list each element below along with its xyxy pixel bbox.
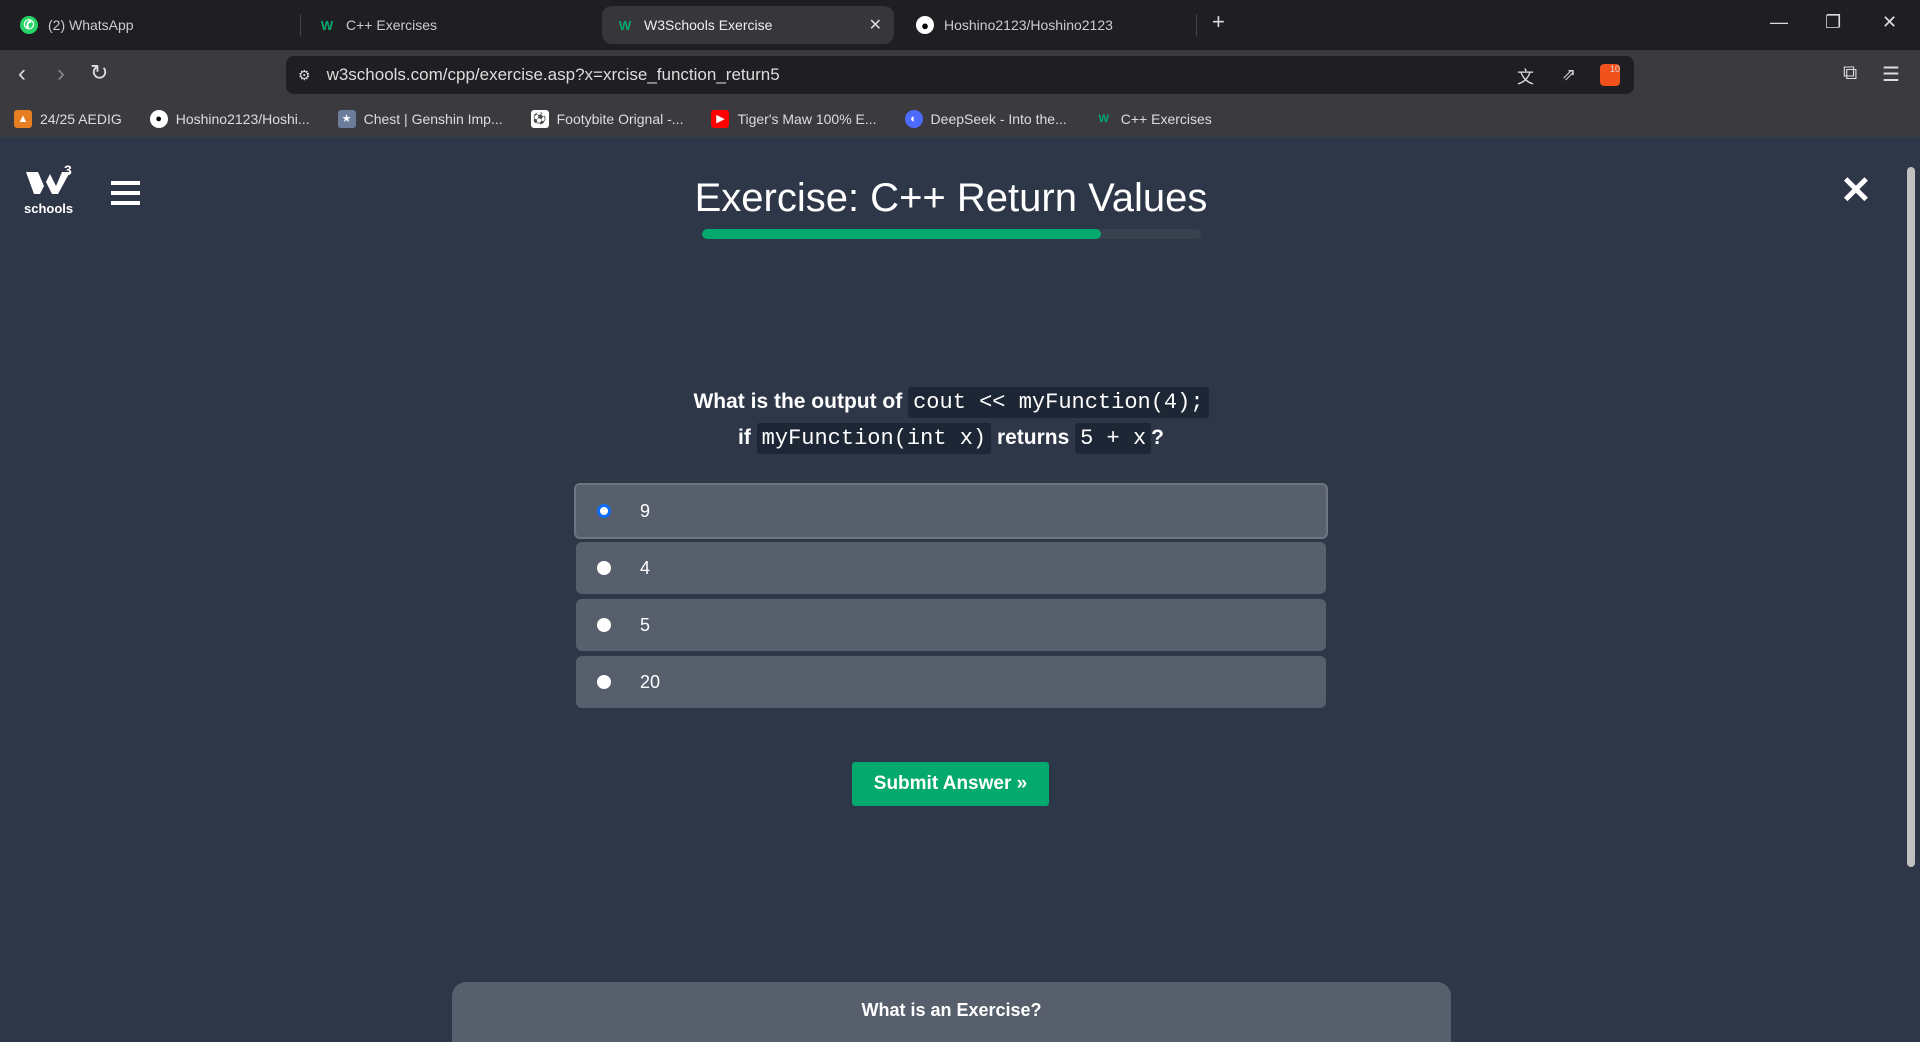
page-title: Exercise: C++ Return Values (694, 176, 1208, 220)
progress-bar (702, 229, 1201, 239)
answer-option[interactable]: 4 (576, 542, 1326, 594)
url-text[interactable]: w3schools.com/cpp/exercise.asp?x=xrcise_… (327, 65, 780, 85)
question-line-1: What is the output of cout << myFunction… (0, 387, 1902, 418)
radio-button[interactable] (597, 561, 611, 575)
answer-option[interactable]: 20 (576, 656, 1326, 708)
radio-button[interactable] (597, 675, 611, 689)
radio-button[interactable] (597, 618, 611, 632)
forward-icon[interactable]: › (57, 60, 65, 88)
info-heading: What is an Exercise? (861, 1000, 1042, 1020)
new-tab-button[interactable]: + (1212, 9, 1225, 35)
question-line-2: if myFunction(int x) returns 5 + x? (0, 423, 1902, 454)
code-snippet: myFunction(int x) (756, 423, 992, 454)
github-icon: ● (149, 109, 168, 128)
scrollbar[interactable] (1902, 137, 1920, 1030)
back-icon[interactable]: ‹ (18, 60, 26, 88)
code-snippet: 5 + x (1075, 423, 1152, 454)
menu-icon[interactable]: ☰ (1882, 62, 1900, 87)
bookmark-item[interactable]: ▶ Tiger's Maw 100% E... (711, 109, 877, 128)
reload-icon[interactable]: ↻ (90, 60, 108, 86)
bookmark-item[interactable]: ★ Chest | Genshin Imp... (337, 109, 503, 128)
bookmark-item[interactable]: W C++ Exercises (1095, 110, 1212, 128)
answer-option[interactable]: 5 (576, 599, 1326, 651)
bookmark-item[interactable]: ● Hoshino2123/Hoshi... (149, 109, 310, 128)
share-icon[interactable]: ⇗ (1562, 65, 1576, 85)
code-snippet: cout << myFunction(4); (908, 387, 1209, 418)
restore-button[interactable]: ❐ (1825, 12, 1841, 33)
whatsapp-icon: ✆ (20, 16, 38, 34)
w3schools-icon: W (1098, 112, 1109, 125)
extensions-icon[interactable]: ⧉ (1843, 62, 1857, 85)
translate-icon[interactable]: 文 (1517, 63, 1534, 88)
bookmark-icon: ▲ (14, 109, 32, 128)
brave-shield-icon[interactable]: 10 (1600, 64, 1620, 86)
github-icon: ● (916, 16, 934, 34)
bookmarks-bar: ▲ 24/25 AEDIG ● Hoshino2123/Hoshi... ★ Ches… (0, 100, 1920, 137)
deepseek-icon: ◐ (904, 109, 923, 128)
close-window-button[interactable]: ✕ (1882, 12, 1897, 33)
tab-whatsapp[interactable]: ✆ (2) WhatsApp (6, 6, 296, 44)
navigation-bar: ‹ › ↻ ⚙ w3schools.com/cpp/exercise.asp?x… (0, 50, 1920, 100)
radio-button[interactable] (597, 504, 611, 518)
youtube-icon: ▶ (711, 109, 730, 128)
answer-option[interactable]: 9 (574, 483, 1328, 539)
footybite-icon: ⚽ (530, 109, 549, 128)
tab-w3schools-exercise[interactable]: W W3Schools Exercise ✕ (602, 6, 894, 44)
genshin-icon: ★ (337, 109, 356, 128)
bookmark-item[interactable]: ◐ DeepSeek - Into the... (904, 109, 1067, 128)
close-tab-icon[interactable]: ✕ (869, 15, 882, 35)
progress-fill (702, 229, 1102, 239)
tab-bar: ✆ (2) WhatsApp W C++ Exercises W W3Schools … (0, 0, 1920, 50)
info-panel: What is an Exercise? (452, 982, 1451, 1042)
tab-cpp-exercises[interactable]: W C++ Exercises (304, 6, 594, 44)
minimize-button[interactable]: — (1770, 12, 1788, 33)
submit-answer-button[interactable]: Submit Answer » (852, 762, 1049, 806)
w3schools-icon: W (618, 17, 632, 33)
bookmark-item[interactable]: ▲ 24/25 AEDIG (14, 109, 122, 128)
site-settings-icon[interactable]: ⚙ (298, 67, 311, 84)
address-bar[interactable]: ⚙ w3schools.com/cpp/exercise.asp?x=xrcis… (286, 56, 1634, 94)
scrollbar-thumb[interactable] (1907, 167, 1915, 867)
bookmark-item[interactable]: ⚽ Footybite Orignal -... (530, 109, 683, 128)
tab-github[interactable]: ● Hoshino2123/Hoshino2123 (902, 6, 1192, 44)
w3schools-icon: W (320, 17, 334, 33)
close-icon[interactable]: ✕ (1840, 168, 1872, 213)
